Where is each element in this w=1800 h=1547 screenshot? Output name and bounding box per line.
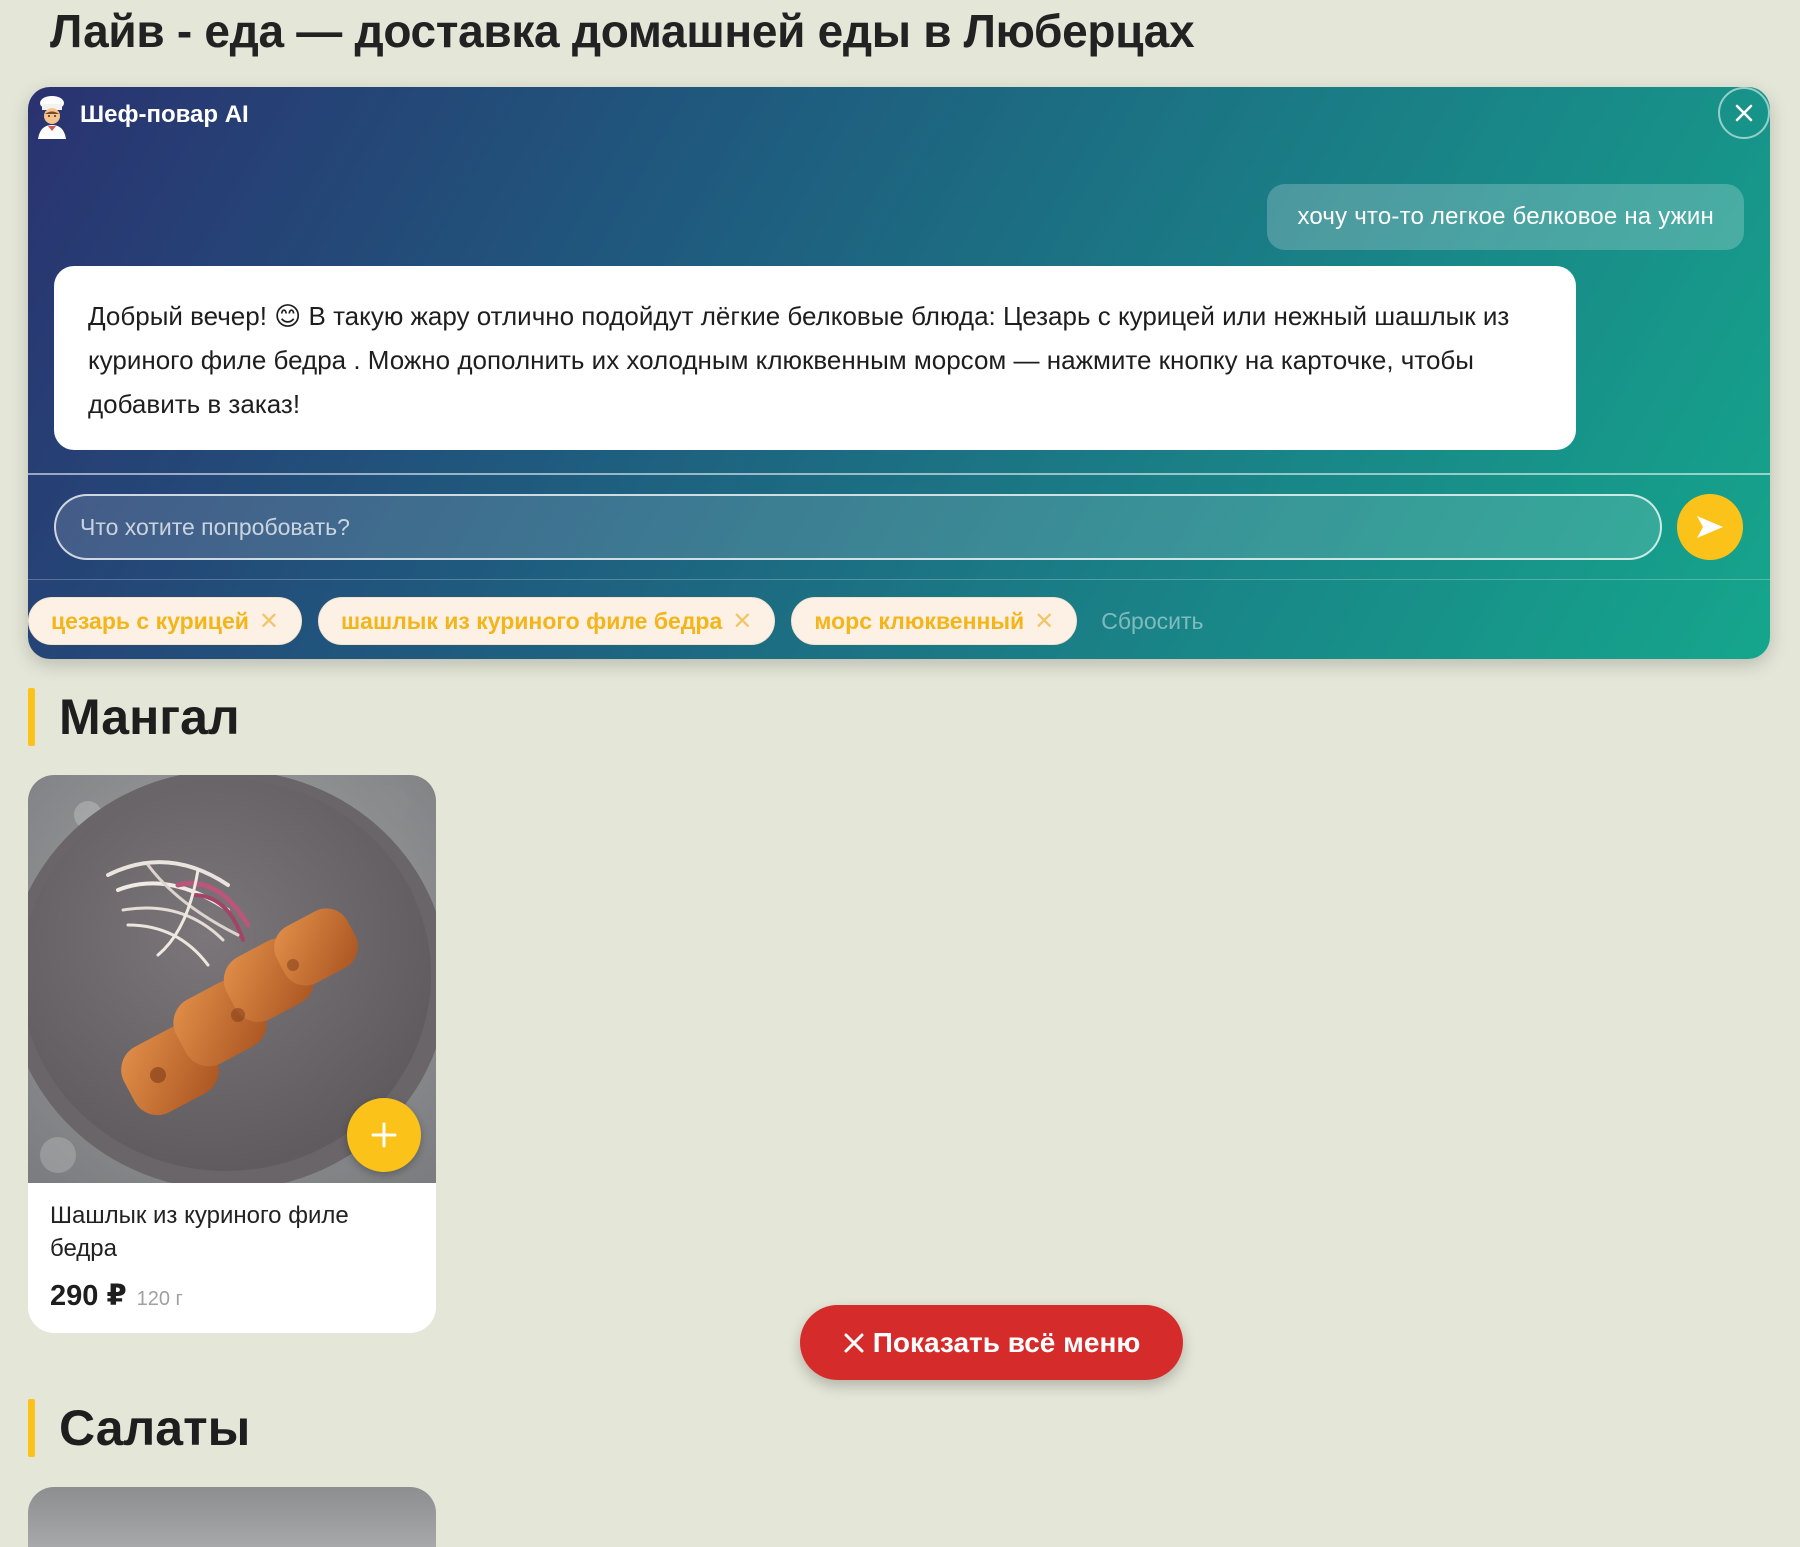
chat-divider	[28, 473, 1770, 475]
send-arrow-icon	[1697, 516, 1723, 538]
bot-message-bubble: Добрый вечер! 😊 В такую жару отлично под…	[54, 266, 1576, 450]
reset-chips-link[interactable]: Сбросить	[1101, 608, 1203, 635]
chips-divider	[28, 579, 1770, 580]
chip-label: морс клюквенный	[814, 607, 1025, 634]
bot-message-text: Добрый вечер! 😊 В такую жару отлично под…	[88, 301, 1510, 419]
user-message-text: хочу что-то легкое белковое на ужин	[1297, 203, 1714, 230]
page-title: Лайв - еда — доставка домашней еды в Люб…	[50, 5, 1195, 57]
section-header-salads: Салаты	[28, 1399, 250, 1457]
chip-remove-icon[interactable]: ✕	[1034, 607, 1054, 636]
suggestion-chips: цезарь с курицей ✕ шашлык из куриного фи…	[28, 597, 1203, 645]
chef-ai-chat-panel: Шеф-повар AI хочу что-то легкое белковое…	[28, 87, 1770, 659]
show-full-menu-button[interactable]: Показать всё меню	[800, 1305, 1183, 1380]
product-weight: 120 г	[136, 1288, 183, 1310]
send-button[interactable]	[1677, 494, 1743, 560]
product-name: Шашлык из куриного филе бедра	[50, 1202, 349, 1262]
product-card[interactable]: Шашлык из куриного филе бедра 290 ₽ 120 …	[28, 775, 436, 1333]
user-message-bubble: хочу что-то легкое белковое на ужин	[1267, 184, 1744, 250]
chip-caesar[interactable]: цезарь с курицей ✕	[28, 597, 302, 645]
product-price-row: 290 ₽ 120 г	[50, 1278, 183, 1313]
add-to-cart-button[interactable]	[347, 1098, 421, 1172]
plus-icon	[371, 1122, 397, 1148]
chip-label: цезарь с курицей	[51, 607, 249, 634]
show-full-menu-label: Показать всё меню	[872, 1326, 1141, 1358]
section-title: Салаты	[59, 1400, 251, 1456]
chip-remove-icon[interactable]: ✕	[732, 607, 752, 636]
section-accent-bar	[28, 688, 35, 746]
chat-header: Шеф-повар AI	[28, 87, 1770, 147]
chip-chicken-shashlik[interactable]: шашлык из куриного филе бедра ✕	[317, 597, 776, 645]
section-accent-bar	[28, 1399, 35, 1457]
close-icon	[844, 1333, 864, 1352]
chip-remove-icon[interactable]: ✕	[259, 607, 279, 636]
chat-input[interactable]	[54, 494, 1662, 560]
section-header-mangal: Мангал	[28, 688, 240, 746]
chat-title: Шеф-повар AI	[80, 101, 249, 128]
close-icon	[1735, 104, 1753, 122]
chip-label: шашлык из куриного филе бедра	[340, 607, 723, 634]
section-title: Мангал	[59, 689, 240, 745]
chef-icon	[38, 96, 66, 139]
chip-cranberry-mors[interactable]: морс клюквенный ✕	[791, 597, 1078, 645]
close-chat-button[interactable]	[1718, 87, 1770, 139]
product-card-partial[interactable]	[28, 1487, 436, 1547]
product-price: 290 ₽	[50, 1280, 127, 1312]
